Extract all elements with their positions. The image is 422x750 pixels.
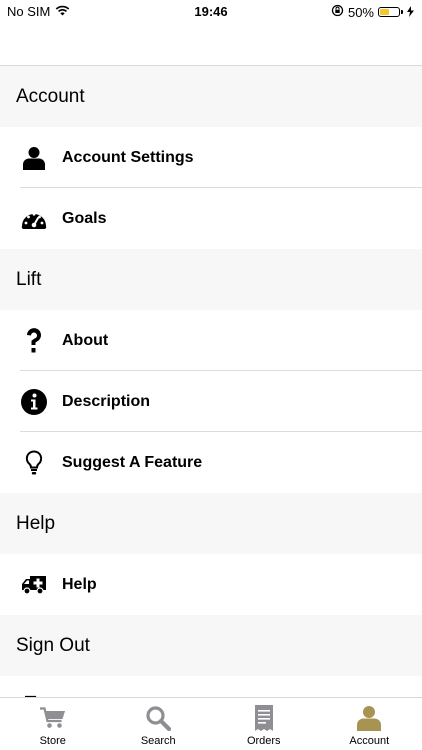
lightbulb-icon (20, 449, 48, 477)
search-icon (145, 704, 172, 732)
user-icon (357, 704, 382, 732)
tab-search[interactable]: Search (106, 698, 212, 750)
status-right: 50% (331, 4, 414, 20)
info-icon (20, 388, 48, 416)
battery-fill (380, 9, 389, 15)
tab-orders-label: Orders (246, 735, 281, 747)
description-row[interactable]: Description (0, 371, 422, 432)
speedometer-icon (20, 205, 48, 233)
tab-search-label: Search (140, 735, 176, 747)
suggest-feature-row[interactable]: Suggest A Feature (0, 432, 422, 493)
about-label: About (62, 331, 109, 349)
help-row[interactable]: Help (0, 554, 422, 615)
user-icon (20, 144, 48, 172)
tab-account-label: Account (349, 735, 390, 747)
section-header-lift: Lift (0, 249, 422, 310)
charging-bolt-icon (407, 5, 414, 20)
description-label: Description (62, 392, 151, 410)
sign-out-row-partial[interactable] (0, 676, 422, 698)
battery-cap (401, 10, 403, 14)
account-settings-label: Account Settings (62, 148, 194, 166)
tab-bar: Store Search Orders Account (0, 697, 422, 750)
navigation-bar (0, 22, 422, 66)
ambulance-icon (20, 571, 48, 599)
rotation-lock-icon (331, 4, 344, 20)
settings-list[interactable]: Account Account Settings Goals Lift Abou… (0, 66, 422, 698)
tab-orders[interactable]: Orders (211, 698, 317, 750)
section-header-help: Help (0, 493, 422, 554)
tab-store[interactable]: Store (0, 698, 106, 750)
goals-row[interactable]: Goals (0, 188, 422, 249)
receipt-icon (254, 704, 273, 732)
account-settings-row[interactable]: Account Settings (0, 127, 422, 188)
question-mark-icon (20, 327, 48, 355)
tab-store-label: Store (39, 735, 66, 747)
tab-account[interactable]: Account (317, 698, 422, 750)
section-header-sign-out: Sign Out (0, 615, 422, 676)
battery-icon (378, 7, 400, 17)
status-bar: No SIM 19:46 50% (0, 0, 422, 22)
help-label: Help (62, 575, 97, 593)
section-header-account: Account (0, 66, 422, 127)
goals-label: Goals (62, 209, 107, 227)
cart-icon (39, 704, 66, 732)
about-row[interactable]: About (0, 310, 422, 371)
suggest-feature-label: Suggest A Feature (62, 453, 203, 471)
battery-percent: 50% (347, 4, 374, 20)
